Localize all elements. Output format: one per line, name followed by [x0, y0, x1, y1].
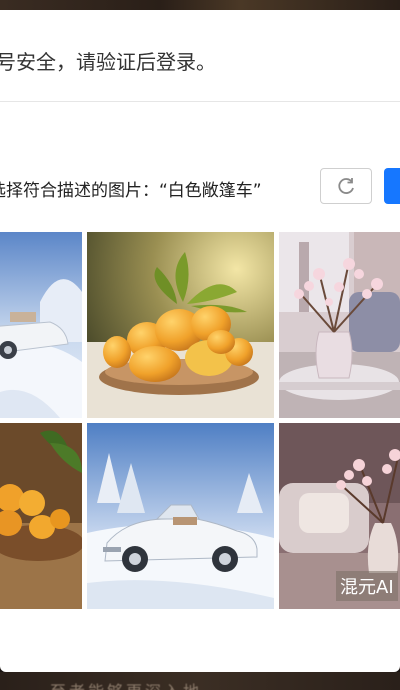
security-message: 账号安全，请验证后登录。	[0, 50, 216, 74]
refresh-icon	[338, 178, 354, 194]
cherry-blossom-vase-image	[279, 232, 400, 418]
background-text: 至者能够更深入地	[50, 678, 202, 690]
captcha-tile-2[interactable]	[87, 232, 274, 418]
dialog-header: 账号安全，请验证后登录。	[0, 10, 400, 102]
refresh-button[interactable]	[320, 168, 372, 204]
captcha-tile-4[interactable]	[0, 423, 82, 609]
ai-watermark: 混元AI	[336, 571, 398, 601]
confirm-button[interactable]	[384, 168, 400, 204]
loquats-image	[87, 232, 274, 418]
captcha-tile-1[interactable]	[0, 232, 82, 418]
captcha-tile-3[interactable]	[279, 232, 400, 418]
captcha-tile-5[interactable]	[87, 423, 274, 609]
convertible-image	[0, 232, 82, 418]
captcha-image-grid: 混元AI	[0, 222, 400, 609]
login-verification-screen: 账号安全，请验证后登录。 请选择符合描述的图片：“白色敞篷车” 混元AI	[0, 0, 400, 690]
convertible-image	[87, 423, 274, 609]
loquats-image	[0, 423, 82, 609]
captcha-instruction: 请选择符合描述的图片：“白色敞篷车”	[0, 181, 262, 201]
